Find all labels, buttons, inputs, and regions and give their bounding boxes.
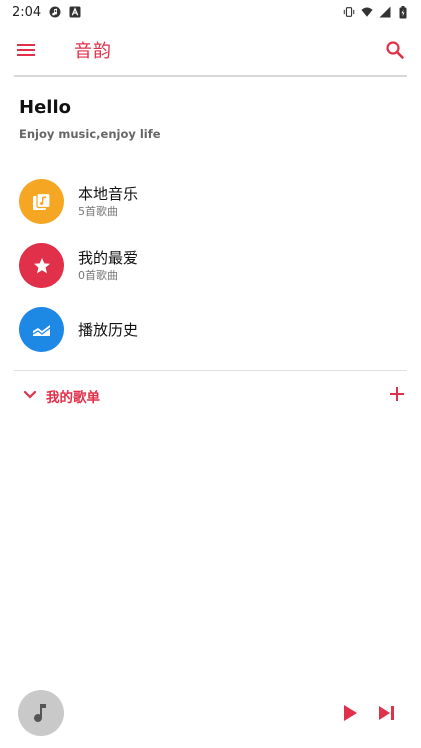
hamburger-menu-icon (17, 44, 35, 56)
category-local-music[interactable]: 本地音乐 5首歌曲 (0, 170, 421, 234)
history-chart-icon (19, 307, 64, 352)
add-icon (390, 387, 404, 401)
section-divider (14, 370, 407, 371)
category-history[interactable]: 播放历史 (0, 298, 421, 362)
status-bar: 2:04 (0, 0, 421, 24)
a-notification-icon (69, 6, 81, 18)
battery-icon (397, 5, 409, 18)
local-music-icon (19, 179, 64, 224)
music-note-icon (34, 704, 46, 722)
greeting-title: Hello (19, 97, 71, 118)
category-list: 本地音乐 5首歌曲 我的最爱 0首歌曲 播放历史 (0, 170, 421, 362)
wifi-icon (361, 6, 373, 18)
category-history-text: 播放历史 (78, 320, 138, 340)
category-subtitle: 0首歌曲 (78, 269, 118, 282)
add-playlist-button[interactable] (387, 384, 407, 404)
app-bar-divider (14, 75, 407, 77)
search-button[interactable] (383, 38, 407, 62)
signal-icon (379, 6, 391, 18)
app-screen: 2:04 音韵 Hello Enjoy music,enjoy life 本地音… (0, 0, 421, 748)
star-icon (19, 243, 64, 288)
chevron-down-icon (23, 390, 37, 399)
player-album-art[interactable] (18, 690, 64, 736)
music-notification-icon (49, 6, 61, 18)
next-button[interactable] (375, 701, 399, 725)
search-icon (386, 41, 404, 59)
app-bar: 音韵 (0, 28, 421, 72)
play-icon (344, 705, 357, 721)
vibrate-icon (343, 6, 355, 18)
category-favorites-text: 我的最爱 0首歌曲 (78, 248, 138, 284)
category-subtitle: 5首歌曲 (78, 205, 118, 218)
play-button[interactable] (338, 701, 362, 725)
category-title: 本地音乐 (78, 185, 139, 203)
skip-next-icon (379, 706, 394, 720)
greeting-tagline: Enjoy music,enjoy life (19, 127, 161, 141)
category-title: 播放历史 (78, 321, 139, 339)
playlist-label[interactable]: 我的歌单 (46, 386, 100, 406)
status-time: 2:04 (12, 4, 42, 20)
status-bar-right (343, 5, 409, 18)
app-title: 音韵 (74, 41, 112, 62)
menu-button[interactable] (14, 38, 38, 62)
status-bar-left: 2:04 (12, 5, 81, 20)
category-title: 我的最爱 (78, 249, 139, 267)
playlist-header: 我的歌单 (0, 382, 421, 408)
category-favorites[interactable]: 我的最爱 0首歌曲 (0, 234, 421, 298)
playlist-toggle-button[interactable] (22, 387, 38, 403)
category-local-music-text: 本地音乐 5首歌曲 (78, 184, 138, 220)
